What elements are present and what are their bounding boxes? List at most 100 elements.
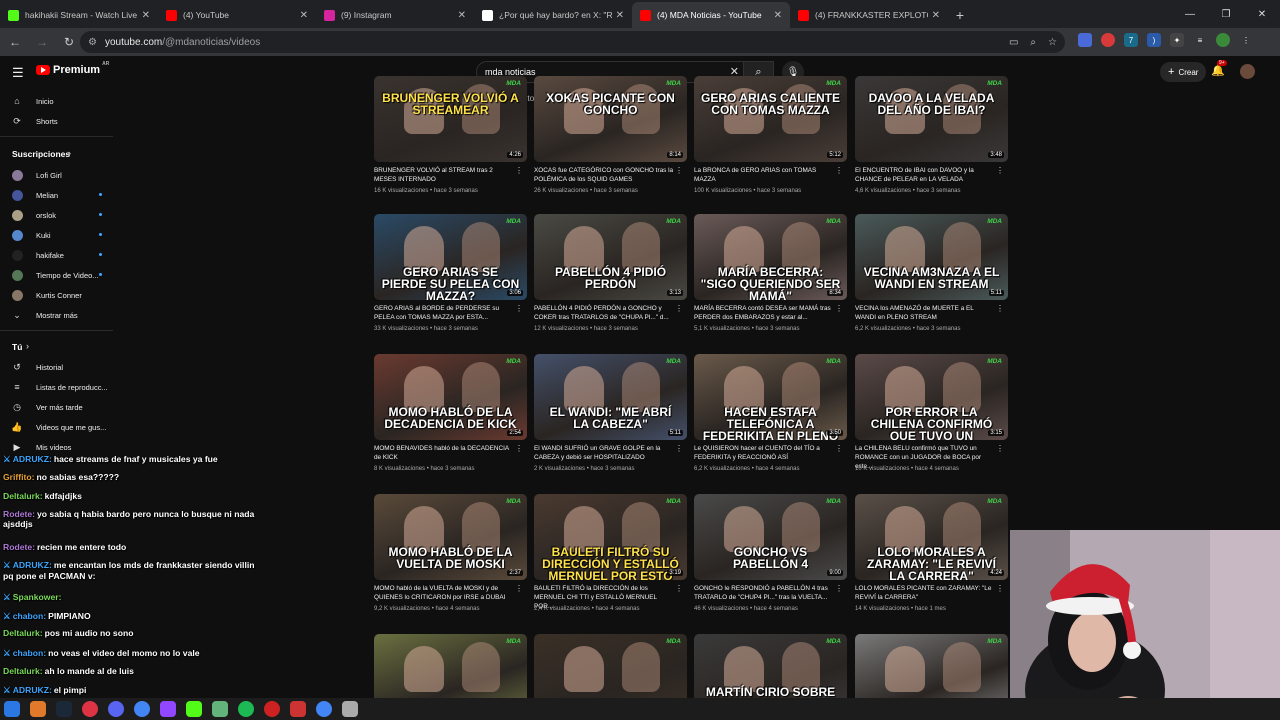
hamburger-menu-icon[interactable]: ☰	[12, 65, 24, 81]
video-title[interactable]: MOMO BENAVIDES habló de la DECADENCIA de…	[374, 444, 514, 462]
video-title[interactable]: MARÍA BECERRA contó DESEA ser MAMÁ tras …	[694, 304, 834, 322]
sidebar-item-shorts[interactable]: ⟳ Shorts	[10, 116, 118, 127]
subscriptions-heading[interactable]: Suscripciones	[12, 149, 70, 159]
steam-icon[interactable]	[56, 701, 72, 717]
browser-tab[interactable]: (4) FRANKKASTER EXPLOTÓ co ✕	[790, 2, 948, 28]
restore-icon[interactable]: ❐	[1208, 0, 1244, 28]
reading-list-icon[interactable]: ≡	[1193, 33, 1207, 47]
minimize-icon[interactable]: —	[1172, 0, 1208, 28]
tab-close-icon[interactable]: ✕	[616, 10, 624, 21]
sidebar-subscription[interactable]: Tiempo de Video...	[10, 270, 118, 281]
more-options-icon[interactable]: ⋮	[835, 584, 843, 593]
more-options-icon[interactable]: ⋮	[515, 584, 523, 593]
video-title[interactable]: MOMO habló de la VUELTA de MOSKI y de QU…	[374, 584, 514, 602]
sidebar-item-you[interactable]: ≡ Listas de reproducc...	[10, 382, 118, 392]
more-options-icon[interactable]: ⋮	[996, 166, 1004, 175]
video-title[interactable]: El ENCUENTRO de IBAI con DAVOO y la CHAN…	[855, 166, 995, 184]
youtube-logo[interactable]: Premium AR	[36, 61, 109, 76]
sidebar-subscription[interactable]: Lofi Girl	[10, 170, 118, 181]
notifications-bell-icon[interactable]: 🔔 9+	[1211, 60, 1227, 77]
video-title[interactable]: PABELLÓN 4 PIDIÓ PERDÓN a GONCHO y COKER…	[534, 304, 674, 322]
video-thumbnail[interactable]: MDA POR ERROR LA CHILENA CONFIRMÓ QUE TUV…	[855, 354, 1008, 440]
video-title[interactable]: VECINA los AMENAZÓ de MUERTE a EL WANDI …	[855, 304, 995, 322]
video-thumbnail[interactable]: MDA XOKAS PICANTE CON GONCHO 8:14	[534, 76, 687, 162]
minecraft-icon[interactable]	[212, 701, 228, 717]
sidebar-item-you[interactable]: ↺ Historial	[10, 362, 118, 373]
more-options-icon[interactable]: ⋮	[675, 166, 683, 175]
tab-close-icon[interactable]: ✕	[774, 10, 782, 21]
more-options-icon[interactable]: ⋮	[835, 444, 843, 453]
kick-icon[interactable]	[186, 701, 202, 717]
new-tab-icon[interactable]: +	[948, 2, 972, 28]
browser-tab[interactable]: (4) YouTube ✕	[158, 2, 316, 28]
sidebar-subscription[interactable]: Melian	[10, 190, 118, 201]
browser-tab[interactable]: (9) Instagram ✕	[316, 2, 474, 28]
files-icon[interactable]	[30, 701, 46, 717]
more-options-icon[interactable]: ⋮	[835, 304, 843, 313]
discord-icon[interactable]	[108, 701, 124, 717]
create-button[interactable]: + Crear	[1160, 62, 1207, 82]
app-icon[interactable]	[342, 701, 358, 717]
video-title[interactable]: BRUNENGER VOLVIÓ al STREAM tras 2 MESES …	[374, 166, 514, 184]
more-options-icon[interactable]: ⋮	[996, 304, 1004, 313]
bookmark-star-icon[interactable]: ☆	[1048, 37, 1057, 48]
video-title[interactable]: LOLO MORALES PICANTE con ZARAMAY: "Le RE…	[855, 584, 995, 602]
back-icon[interactable]: ←	[3, 30, 27, 54]
sidebar-item-you[interactable]: ◷ Ver más tarde	[10, 402, 118, 413]
sidebar-subscription[interactable]: hakifake	[10, 250, 118, 261]
more-options-icon[interactable]: ⋮	[835, 166, 843, 175]
video-title[interactable]: GONCHO le RESPONDIÓ a PABELLÓN 4 tras TR…	[694, 584, 834, 602]
video-thumbnail[interactable]: MDA EL WANDI: "ME ABRÍ LA CABEZA" 5:11	[534, 354, 687, 440]
video-thumbnail[interactable]: MDA BAULETI FILTRÓ SU DIRECCIÓN Y ESTALLÓ…	[534, 494, 687, 580]
browser-tab[interactable]: (4) MDA Noticias - YouTube ✕	[632, 2, 790, 28]
twitch-icon[interactable]	[160, 701, 176, 717]
video-thumbnail[interactable]: MDA HACEN ESTAFA TELEFÓNICA A FEDERIKITA …	[694, 354, 847, 440]
tab-close-icon[interactable]: ✕	[458, 10, 466, 21]
menu-icon[interactable]: ⋮	[1239, 33, 1253, 47]
cast-icon[interactable]: ▭	[1009, 37, 1018, 48]
sidebar-item-inicio[interactable]: ⌂ Inicio	[10, 96, 118, 106]
obs-icon[interactable]	[82, 701, 98, 717]
more-options-icon[interactable]: ⋮	[675, 304, 683, 313]
video-title[interactable]: Le QUISIERON hacer el CUENTO del TÍO a F…	[694, 444, 834, 462]
sidebar-subscription[interactable]: orslok	[10, 210, 118, 221]
video-thumbnail[interactable]: MDA MOMO HABLÓ DE LA DECADENCIA DE KICK 2:…	[374, 354, 527, 440]
zoom-icon[interactable]: ⌕	[1030, 37, 1036, 48]
opera-icon[interactable]	[264, 701, 280, 717]
chrome-icon[interactable]	[316, 701, 332, 717]
forward-icon[interactable]: →	[30, 30, 54, 54]
start-icon[interactable]	[4, 701, 20, 717]
video-thumbnail[interactable]: MDA GERO ARIAS CALIENTE CON TOMAS MAZZA 5:…	[694, 76, 847, 162]
sidebar-subscription[interactable]: Kurtis Conner	[10, 290, 118, 301]
extension-icon[interactable]: 7	[1124, 33, 1138, 47]
more-options-icon[interactable]: ⋮	[515, 444, 523, 453]
extension-icon[interactable]: )	[1147, 33, 1161, 47]
close-window-icon[interactable]: ✕	[1244, 0, 1280, 28]
more-options-icon[interactable]: ⋮	[515, 304, 523, 313]
tab-close-icon[interactable]: ✕	[142, 10, 150, 21]
video-title[interactable]: La BRONCA de GERO ARIAS con TOMAS MAZZA	[694, 166, 834, 184]
video-title[interactable]: XOCAS fue CATEGÓRICO con GONCHO tras la …	[534, 166, 674, 184]
browser-tab[interactable]: hakihakii Stream - Watch Live o ✕	[0, 2, 158, 28]
extension-icon[interactable]	[1101, 33, 1115, 47]
site-info-icon[interactable]: ⚙	[88, 37, 97, 48]
extension-icon[interactable]	[1078, 33, 1092, 47]
more-options-icon[interactable]: ⋮	[675, 584, 683, 593]
video-thumbnail[interactable]: MDA DAVOO A LA VELADA DEL AÑO DE IBAI? 3:4…	[855, 76, 1008, 162]
video-title[interactable]: El WANDI SUFRIÓ un GRAVE GOLPE en la CAB…	[534, 444, 674, 462]
video-thumbnail[interactable]: MDA LOLO MORALES A ZARAMAY: "LE REVIVÍ LA…	[855, 494, 1008, 580]
more-options-icon[interactable]: ⋮	[675, 444, 683, 453]
you-heading[interactable]: Tú	[12, 342, 22, 352]
video-thumbnail[interactable]: MDA MARÍA BECERRA: "SIGO QUERIENDO SER MA…	[694, 214, 847, 300]
more-options-icon[interactable]: ⋮	[515, 166, 523, 175]
video-thumbnail[interactable]: MDA BRUNENGER VOLVIÓ A STREAMEAR 4:26	[374, 76, 527, 162]
chrome-icon[interactable]	[134, 701, 150, 717]
sidebar-item-you[interactable]: 👍 Videos que me gus...	[10, 422, 118, 433]
reload-icon[interactable]: ↻	[57, 30, 81, 54]
tab-close-icon[interactable]: ✕	[300, 10, 308, 21]
sidebar-subscription[interactable]: Kuki	[10, 230, 118, 241]
tab-close-icon[interactable]: ✕	[932, 10, 940, 21]
app-icon[interactable]	[290, 701, 306, 717]
url-input[interactable]: ⚙ youtube.com/@mdanoticias/videos ▭ ⌕ ☆	[80, 31, 1065, 53]
show-more-button[interactable]: ⌄ Mostrar más	[10, 310, 118, 321]
